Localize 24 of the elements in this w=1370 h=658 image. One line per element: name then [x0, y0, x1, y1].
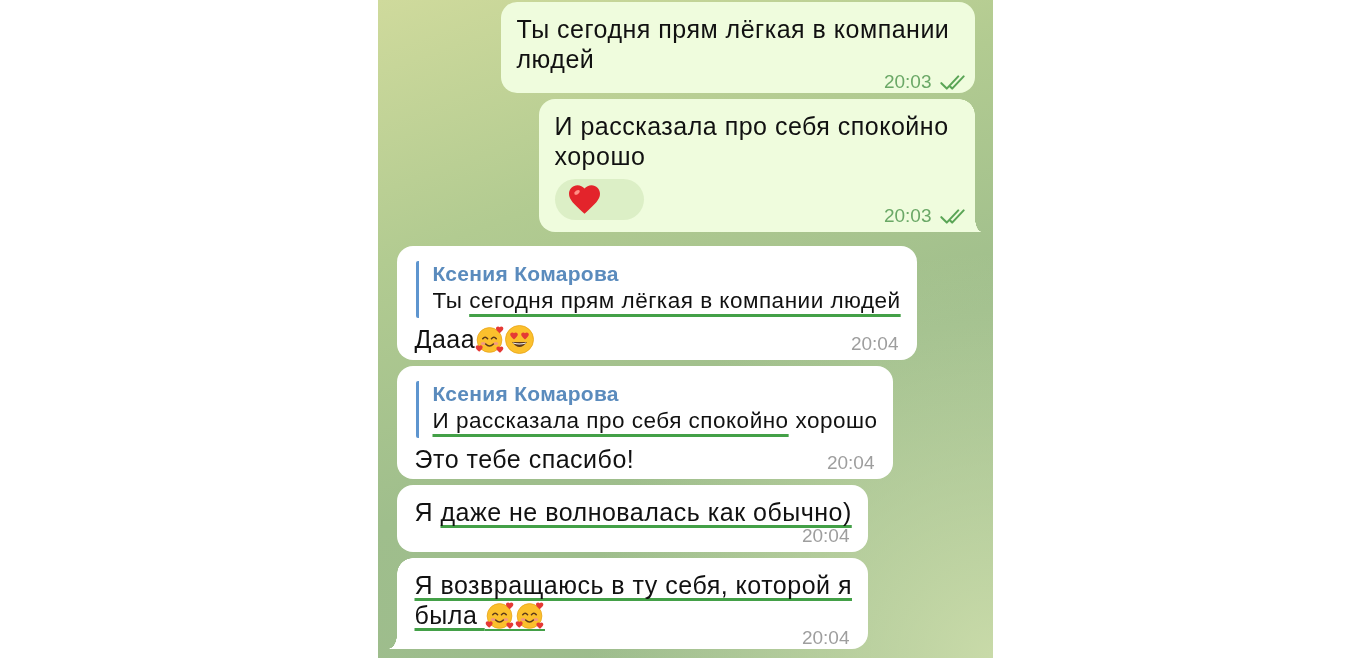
- reply-author: Ксения Комарова: [432, 261, 619, 287]
- smiling-face-with-hearts-icon: [484, 600, 515, 630]
- message-text: Я возвращаюсь в ту себя, которой я была: [414, 570, 853, 630]
- message-text: Ты сегодня прям лёгкая в компании людей: [516, 14, 951, 74]
- message-time: 20:03: [883, 208, 932, 224]
- message-time: 20:04: [801, 630, 850, 646]
- message-time: 20:04: [850, 335, 899, 352]
- reply-author: Ксения Комарова: [432, 380, 619, 407]
- reply-quote[interactable]: Ксения Комарова И рассказала про себя спокойно хорошо: [415, 380, 879, 438]
- message-time: 20:03: [883, 74, 932, 90]
- message-text: И рассказала про себя спокойно хорошо: [554, 111, 950, 171]
- message-text: Я даже не волновалась как обычно): [414, 497, 852, 527]
- quoted-text: Ты сегодня прям лёгкая в компании людей: [432, 287, 901, 315]
- smiling-face-with-hearts-icon: [514, 600, 545, 630]
- message-text: Дааа: [414, 324, 535, 354]
- smiling-face-with-hearts-icon: [475, 324, 506, 354]
- message-text: Это тебе спасибо!: [414, 443, 635, 474]
- heart-eyes-face-icon: [505, 324, 535, 354]
- reply-quote[interactable]: Ксения Комарова Ты сегодня прям лёгкая в компании людей: [415, 261, 903, 318]
- message-time: 20:04: [826, 455, 875, 471]
- heart-icon: [568, 185, 600, 214]
- reaction-button[interactable]: [554, 179, 644, 220]
- quoted-text: И рассказала про себя спокойно хорошо: [432, 406, 878, 435]
- message-time: 20:04: [801, 528, 850, 544]
